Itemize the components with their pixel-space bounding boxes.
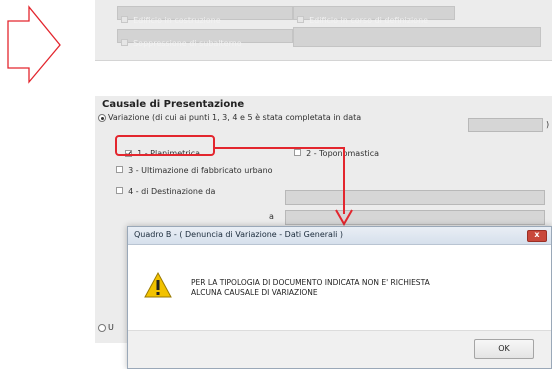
option-label: Edificio in corso di definizione — [309, 16, 429, 25]
warning-icon — [144, 271, 172, 298]
checkbox[interactable] — [121, 39, 128, 46]
causale-title: Causale di Presentazione — [102, 99, 245, 110]
option-edificio-costruzione[interactable]: Edificio in costruzione — [121, 8, 221, 27]
item-label: 4 - di Destinazione da — [128, 187, 216, 196]
highlight-box — [115, 135, 215, 156]
checkbox[interactable] — [121, 16, 128, 23]
variazione-date-field[interactable] — [468, 118, 543, 132]
big-arrow-right-icon — [7, 5, 61, 84]
variazione-suffix: ) — [546, 120, 550, 129]
checkbox[interactable] — [116, 187, 123, 194]
other-radio-label: U — [108, 323, 114, 332]
warning-dialog: Quadro B - ( Denuncia di Variazione - Da… — [127, 226, 552, 369]
edificio-options-panel: Edificio in costruzione Edificio in cors… — [95, 0, 552, 61]
close-icon: x — [534, 230, 540, 239]
soppressione-field[interactable] — [293, 27, 541, 47]
message-line-2: ALCUNA CAUSALE DI VARIAZIONE — [191, 288, 318, 297]
item-destinazione[interactable]: 4 - di Destinazione da — [116, 179, 215, 198]
dialog-titlebar[interactable]: Quadro B - ( Denuncia di Variazione - Da… — [128, 227, 551, 245]
callout-arrow-icon — [215, 147, 353, 227]
ok-button[interactable]: OK — [474, 339, 534, 359]
variazione-label: Variazione (di cui ai punti 1, 3, 4 e 5 … — [108, 113, 362, 122]
dialog-message: PER LA TIPOLOGIA DI DOCUMENTO INDICATA N… — [191, 278, 531, 298]
radio-selected-icon[interactable] — [98, 114, 106, 122]
option-label: Soppressione di subalterno — [133, 39, 242, 48]
option-soppressione[interactable]: Soppressione di subalterno — [121, 31, 242, 50]
dialog-title: Quadro B - ( Denuncia di Variazione - Da… — [134, 230, 344, 239]
checkbox[interactable] — [297, 16, 304, 23]
message-line-1: PER LA TIPOLOGIA DI DOCUMENTO INDICATA N… — [191, 278, 430, 287]
checkbox[interactable] — [116, 166, 123, 173]
radio-icon[interactable] — [98, 324, 106, 332]
option-edificio-definizione[interactable]: Edificio in corso di definizione — [297, 8, 428, 27]
option-label: Edificio in costruzione — [133, 16, 221, 25]
dialog-button-area: OK — [128, 330, 551, 368]
close-button[interactable]: x — [527, 230, 547, 242]
